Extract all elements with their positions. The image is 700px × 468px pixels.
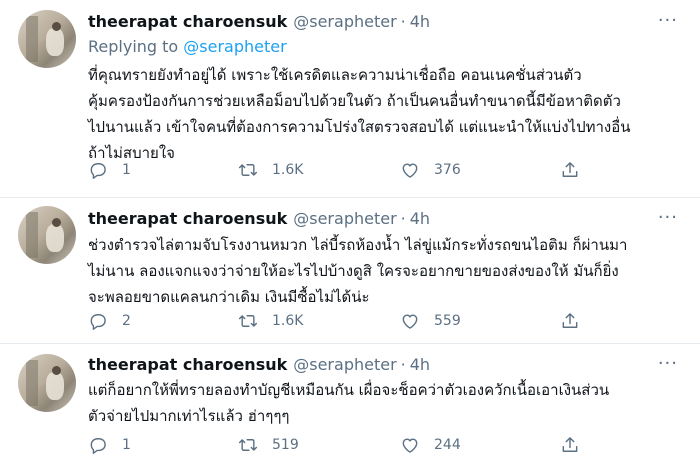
- tweet-actions: 2 1.6K 559: [88, 311, 688, 335]
- like-button[interactable]: 244: [400, 435, 461, 455]
- replying-to-mention[interactable]: @serapheter: [183, 37, 286, 56]
- retweet-button[interactable]: 519: [238, 435, 299, 455]
- share-button[interactable]: [560, 160, 580, 180]
- tweet-text: แต่ก็อยากให้พี่ทรายลองทำบัญชีเหมือนกัน เ…: [88, 381, 610, 425]
- tweet-actions: 1 519 244: [88, 435, 688, 459]
- tweet-text: ช่วงตำรวจไล่ตามจับโรงงานหมวก ไล่บี้รถห้อ…: [88, 236, 628, 306]
- reply-icon: [90, 163, 106, 179]
- retweet-icon: [238, 164, 258, 176]
- more-options-icon[interactable]: ···: [658, 10, 678, 31]
- tweet-text: ที่คุณทรายยังทำอยู่ได้ เพราะใช้เครดิตและ…: [88, 66, 631, 162]
- reply-button[interactable]: 2: [88, 311, 131, 331]
- reply-button[interactable]: 1: [88, 160, 131, 180]
- author-name[interactable]: theerapat charoensuk: [88, 355, 287, 374]
- like-button[interactable]: 376: [400, 160, 461, 180]
- author-name[interactable]: theerapat charoensuk: [88, 209, 287, 228]
- replying-to: Replying to @serapheter: [88, 37, 287, 56]
- reply-count: 2: [122, 313, 131, 329]
- share-icon: [562, 437, 578, 452]
- retweet-count: 519: [272, 437, 299, 453]
- like-count: 244: [434, 437, 461, 453]
- author-handle[interactable]: @serapheter: [293, 355, 396, 374]
- replying-to-label: Replying to: [88, 37, 184, 56]
- separator-dot: ·: [400, 209, 406, 228]
- author-handle[interactable]: @serapheter: [293, 12, 396, 31]
- tweet[interactable]: theerapat charoensuk @serapheter · 4h ··…: [0, 344, 700, 468]
- tweet-actions: 1 1.6K 376: [88, 160, 688, 184]
- separator-dot: ·: [400, 12, 406, 31]
- author-name[interactable]: theerapat charoensuk: [88, 12, 287, 31]
- retweet-count: 1.6K: [272, 162, 304, 178]
- reply-icon: [90, 314, 106, 330]
- tweet-time[interactable]: 4h: [410, 355, 430, 374]
- tweet-time[interactable]: 4h: [410, 209, 430, 228]
- reply-count: 1: [122, 437, 131, 453]
- more-options-icon[interactable]: ···: [658, 353, 678, 374]
- retweet-icon: [238, 439, 258, 451]
- avatar[interactable]: [18, 206, 76, 264]
- author-handle[interactable]: @serapheter: [293, 209, 396, 228]
- separator-dot: ·: [400, 355, 406, 374]
- avatar[interactable]: [18, 354, 76, 412]
- share-button[interactable]: [560, 435, 580, 455]
- tweet-time[interactable]: 4h: [410, 12, 430, 31]
- like-icon: [402, 314, 418, 329]
- retweet-button[interactable]: 1.6K: [238, 311, 303, 331]
- like-count: 559: [434, 313, 461, 329]
- share-icon: [562, 162, 578, 177]
- like-icon: [402, 163, 418, 178]
- reply-button[interactable]: 1: [88, 435, 131, 455]
- retweet-button[interactable]: 1.6K: [238, 160, 303, 180]
- like-button[interactable]: 559: [400, 311, 461, 331]
- tweet[interactable]: theerapat charoensuk @serapheter · 4h ··…: [0, 198, 700, 344]
- like-icon: [402, 438, 418, 453]
- share-icon: [562, 313, 578, 328]
- tweet[interactable]: theerapat charoensuk @serapheter · 4h ··…: [0, 0, 700, 198]
- reply-icon: [90, 438, 106, 454]
- avatar[interactable]: [18, 10, 76, 68]
- like-count: 376: [434, 162, 461, 178]
- reply-count: 1: [122, 162, 131, 178]
- retweet-icon: [238, 315, 258, 327]
- more-options-icon[interactable]: ···: [658, 207, 678, 228]
- share-button[interactable]: [560, 311, 580, 331]
- retweet-count: 1.6K: [272, 313, 304, 329]
